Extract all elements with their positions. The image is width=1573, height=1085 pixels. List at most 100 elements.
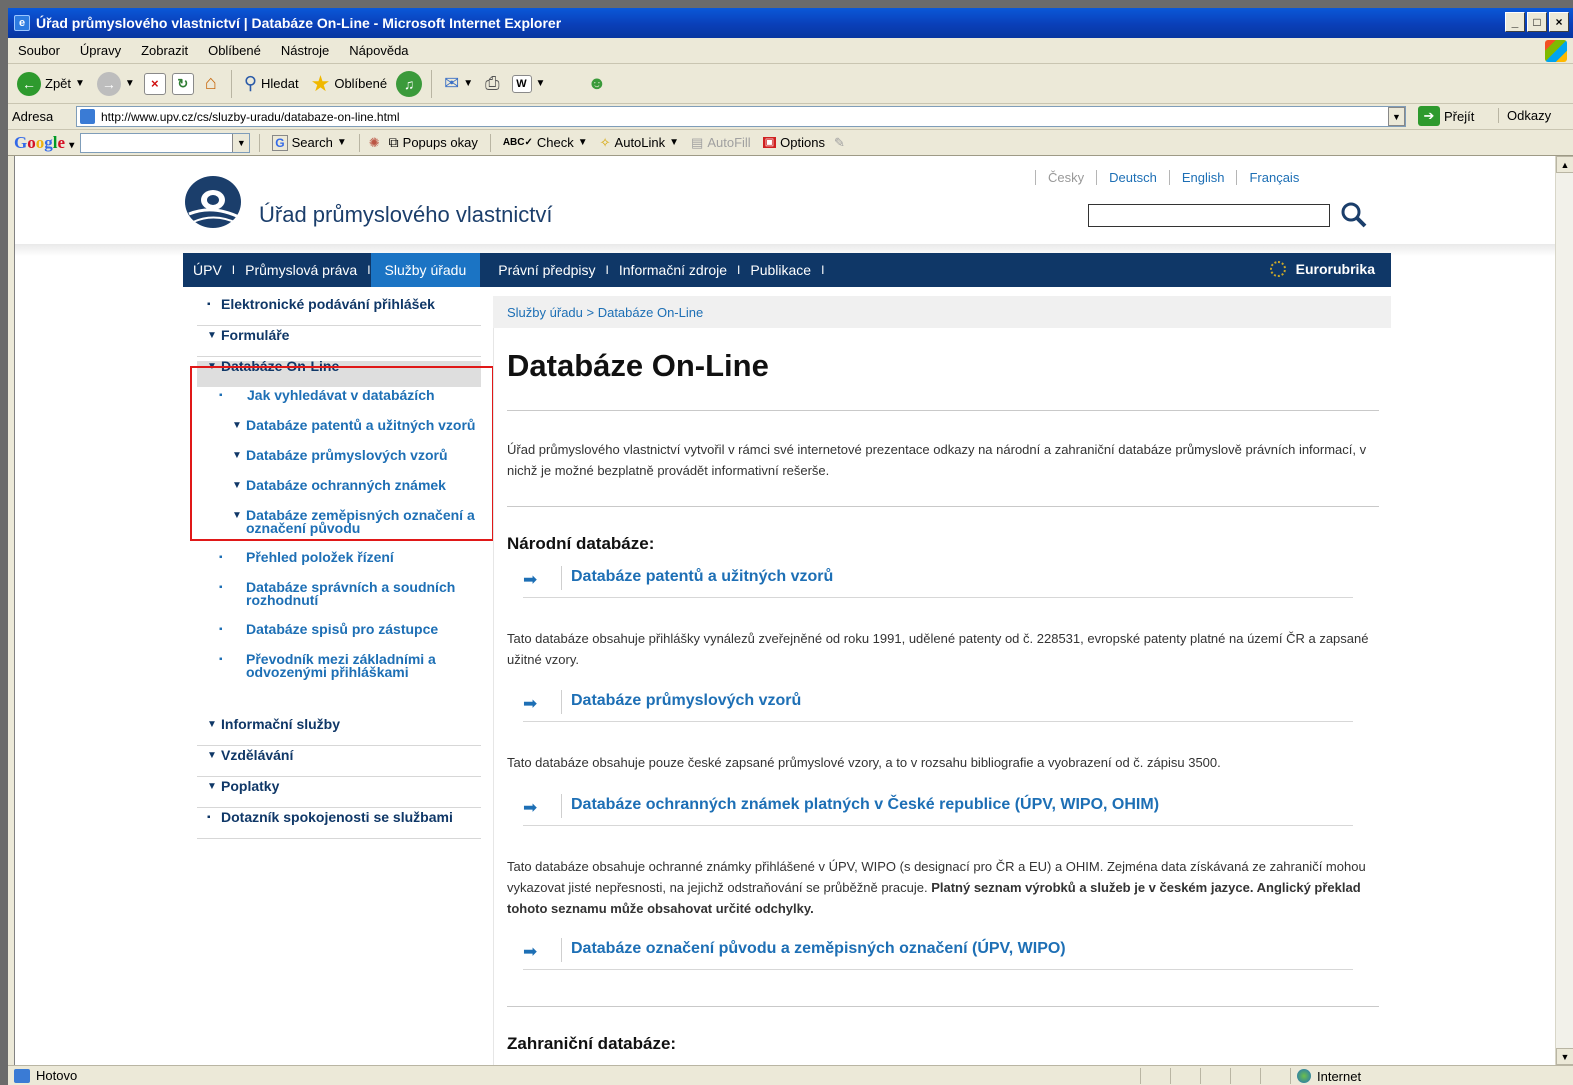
favorites-button[interactable]: ★ Oblíbené xyxy=(308,69,391,99)
popups-button[interactable]: ⧉ Popups okay xyxy=(386,132,481,153)
db-link-trademarks[interactable]: ➡ Databáze ochranných známek platných v … xyxy=(523,792,1353,826)
minimize-button[interactable]: _ xyxy=(1505,12,1525,32)
lang-de[interactable]: Deutsch xyxy=(1096,170,1169,185)
google-search-dropdown-icon[interactable]: ▼ xyxy=(232,133,250,152)
menu-favorites[interactable]: Oblíbené xyxy=(208,43,261,58)
nav-publikace[interactable]: Publikace xyxy=(740,253,821,287)
search-button[interactable]: ⚲ Hledat xyxy=(241,71,302,96)
nav-separator: I xyxy=(821,263,825,277)
nav-pravni-predpisy[interactable]: Právní předpisy xyxy=(480,253,605,287)
menu-item-label[interactable]: Dotazník spokojenosti se službami xyxy=(221,809,453,825)
nav-prumyslova-prava[interactable]: Průmyslová práva xyxy=(235,253,367,287)
menu-edit[interactable]: Úpravy xyxy=(80,43,121,58)
autolink-caret-icon[interactable]: ▼ xyxy=(669,137,679,148)
scroll-down-icon[interactable]: ▼ xyxy=(1556,1048,1573,1065)
close-button[interactable]: × xyxy=(1549,12,1569,32)
left-menu-item[interactable]: ▼ Vzdělávání xyxy=(197,747,481,777)
menu-item-label[interactable]: Elektronické podávání přihlášek xyxy=(221,296,435,312)
nav-informacni-zdroje[interactable]: Informační zdroje xyxy=(609,253,737,287)
db-link-label[interactable]: Databáze ochranných známek platných v Če… xyxy=(571,796,1159,814)
breadcrumb-text[interactable]: Služby úřadu > Databáze On-Line xyxy=(507,305,703,320)
left-menu-item[interactable]: ▪ Elektronické podávání přihlášek xyxy=(197,296,481,326)
menu-tools[interactable]: Nástroje xyxy=(281,43,329,58)
print-button[interactable]: ⎙ xyxy=(482,71,502,96)
status-cell xyxy=(1200,1068,1230,1084)
edit-dropdown-icon[interactable]: ▼ xyxy=(536,78,546,89)
search-icon[interactable] xyxy=(1339,200,1369,230)
left-menu-item[interactable]: ▪ Dotazník spokojenosti se službami xyxy=(197,809,481,839)
autolink-button[interactable]: ✧ AutoLink ▼ xyxy=(597,133,682,153)
left-menu-item[interactable]: ▼ Poplatky xyxy=(197,778,481,808)
menu-file[interactable]: Soubor xyxy=(18,43,60,58)
submenu-item[interactable]: ▪ Přehled položek řízení xyxy=(197,550,481,569)
media-icon[interactable]: ♫ xyxy=(396,70,423,97)
submenu-item-label[interactable]: Převodník mezi základními a odvozenými p… xyxy=(246,652,476,679)
home-icon[interactable]: ⌂ xyxy=(200,72,222,95)
autofill-button[interactable]: ▤ AutoFill xyxy=(688,133,754,153)
address-url[interactable]: http://www.upv.cz/cs/sluzby-uradu/databa… xyxy=(101,110,400,124)
menu-item-label[interactable]: Poplatky xyxy=(221,778,279,794)
refresh-icon[interactable]: ↻ xyxy=(171,72,194,95)
divider xyxy=(507,506,1379,507)
google-search-input[interactable]: ▼ xyxy=(80,132,251,153)
nav-upv[interactable]: ÚPV xyxy=(183,253,232,287)
pagerank-icon[interactable]: ✺ xyxy=(369,135,380,151)
scroll-up-icon[interactable]: ▲ xyxy=(1556,156,1573,173)
mail-button[interactable]: ✉ ▼ xyxy=(441,71,476,96)
link-divider xyxy=(561,794,562,818)
left-menu-item[interactable]: ▼ Informační služby xyxy=(197,716,481,746)
site-search-input[interactable] xyxy=(1088,204,1330,227)
back-button[interactable]: ← Zpět ▼ xyxy=(14,70,88,98)
status-cell xyxy=(1140,1068,1170,1084)
back-dropdown-icon[interactable]: ▼ xyxy=(75,78,85,89)
submenu-item-label[interactable]: Databáze spisů pro zástupce xyxy=(246,622,438,636)
check-caret-icon[interactable]: ▼ xyxy=(578,137,588,148)
google-logo[interactable]: Google ▾ xyxy=(14,133,74,153)
popup-icon: ⧉ xyxy=(388,134,399,150)
autolink-icon: ✧ xyxy=(599,134,611,150)
messenger-button[interactable]: ☻ xyxy=(584,71,609,96)
menu-help[interactable]: Nápověda xyxy=(349,43,408,58)
go-label: Přejít xyxy=(1444,108,1475,124)
status-cell xyxy=(1170,1068,1200,1084)
lang-fr[interactable]: Français xyxy=(1236,170,1311,185)
submenu-item[interactable]: ▪ Převodník mezi základními a odvozenými… xyxy=(197,652,481,681)
forward-button[interactable]: → ▼ xyxy=(94,70,138,98)
eurorubrika-link[interactable]: Eurorubrika xyxy=(1269,261,1375,277)
highlight-pen-icon[interactable]: ✎ xyxy=(834,135,845,151)
spellcheck-button[interactable]: ABC✓ Check ▼ xyxy=(500,133,591,152)
db-link-designs[interactable]: ➡ Databáze průmyslových vzorů xyxy=(523,688,1353,722)
left-menu-item[interactable]: ▼ Formuláře xyxy=(197,327,481,357)
nav-sluzby-uradu[interactable]: Služby úřadu xyxy=(370,253,481,287)
submenu-item-label[interactable]: Databáze správních a soudních rozhodnutí xyxy=(246,580,476,607)
go-button[interactable]: ➔ Přejít xyxy=(1418,106,1474,126)
edit-button[interactable]: W ▼ xyxy=(509,73,549,95)
db-link-label[interactable]: Databáze průmyslových vzorů xyxy=(571,692,801,710)
submenu-item[interactable]: ▪ Databáze spisů pro zástupce xyxy=(197,622,481,641)
db-link-origins[interactable]: ➡ Databáze označení původu a zeměpisných… xyxy=(523,936,1353,970)
maximize-button[interactable]: □ xyxy=(1527,12,1547,32)
db-link-label[interactable]: Databáze označení původu a zeměpisných o… xyxy=(571,940,1066,958)
check-label: Check xyxy=(536,135,574,150)
google-search-caret-icon[interactable]: ▼ xyxy=(337,137,347,148)
address-input[interactable]: http://www.upv.cz/cs/sluzby-uradu/databa… xyxy=(76,106,1406,127)
vertical-scrollbar[interactable]: ▲ ▼ xyxy=(1555,156,1573,1065)
status-cell xyxy=(1260,1068,1290,1084)
db-link-label[interactable]: Databáze patentů a užitných vzorů xyxy=(571,568,833,586)
menu-item-label[interactable]: Informační služby xyxy=(221,716,340,732)
links-button[interactable]: Odkazy xyxy=(1498,108,1551,123)
site-name[interactable]: Úřad průmyslového vlastnictví xyxy=(259,202,552,228)
address-dropdown-icon[interactable]: ▼ xyxy=(1388,107,1405,126)
submenu-item-label[interactable]: Přehled položek řízení xyxy=(246,550,394,564)
menu-item-label[interactable]: Vzdělávání xyxy=(221,747,293,763)
menu-item-label[interactable]: Formuláře xyxy=(221,327,289,343)
db-link-patents[interactable]: ➡ Databáze patentů a užitných vzorů xyxy=(523,564,1353,598)
stop-icon[interactable]: × xyxy=(143,72,166,95)
google-search-button[interactable]: G Search ▼ xyxy=(269,133,349,153)
submenu-item[interactable]: ▪ Databáze správních a soudních rozhodnu… xyxy=(197,580,481,609)
options-button[interactable]: ▣ Options xyxy=(760,133,828,152)
menu-view[interactable]: Zobrazit xyxy=(141,43,188,58)
mail-dropdown-icon[interactable]: ▼ xyxy=(463,78,473,89)
lang-en[interactable]: English xyxy=(1168,170,1237,185)
forward-dropdown-icon[interactable]: ▼ xyxy=(125,78,135,89)
